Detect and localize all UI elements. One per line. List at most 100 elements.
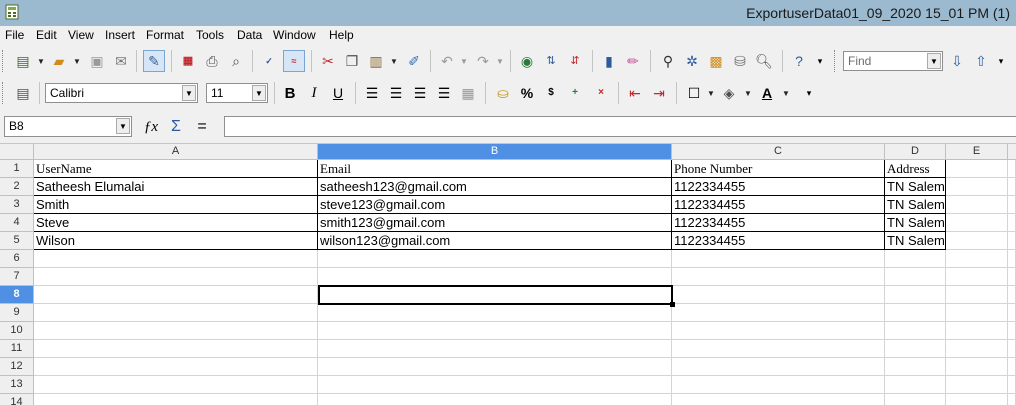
row-header-12[interactable]: 12 [0,358,34,376]
borders-icon[interactable]: ☐ [683,82,705,104]
spellcheck-icon[interactable]: ✓ [258,50,280,72]
cell-f1[interactable] [1008,160,1016,178]
find-dropdown-icon[interactable]: ▼ [927,53,941,69]
column-header-a[interactable]: A [34,144,318,160]
column-header-d[interactable]: D [885,144,946,160]
cell-f4[interactable] [1008,214,1016,232]
row-header-11[interactable]: 11 [0,340,34,358]
spreadsheet-grid[interactable]: A B C D E 1 UserName Email Phone Number Addr… [0,144,1016,405]
column-header-b[interactable]: B [318,144,672,160]
percent-format-button[interactable]: % [516,82,538,104]
cell-c3[interactable]: 1122334455 [672,196,885,214]
menu-data[interactable]: Data [237,28,262,42]
open-dropdown-arrow[interactable]: ▼ [73,57,81,66]
undo-icon[interactable]: ↶ [436,50,458,72]
underline-button[interactable]: U [327,82,349,104]
cell-c8[interactable] [672,286,885,304]
cell-a4[interactable]: Steve [34,214,318,232]
cell-f11[interactable] [1008,340,1016,358]
sort-descending-icon[interactable]: ⇵ [564,50,586,72]
print-icon[interactable]: ⎙ [201,50,223,72]
find-previous-icon[interactable]: ⇧ [970,50,992,72]
draw-functions-icon[interactable]: ✏ [622,50,644,72]
cell-d8[interactable] [885,286,946,304]
find-replace-icon[interactable]: ⚲ [657,50,679,72]
background-color-icon[interactable]: ◈ [718,82,740,104]
merge-cells-icon[interactable]: ▦ [457,82,479,104]
increase-indent-icon[interactable]: ⇥ [648,82,670,104]
decrease-indent-icon[interactable]: ⇤ [624,82,646,104]
cell-a11[interactable] [34,340,318,358]
name-box[interactable]: B8 ▼ [4,116,132,137]
cell-f7[interactable] [1008,268,1016,286]
cell-c12[interactable] [672,358,885,376]
cell-e5[interactable] [946,232,1008,250]
copy-icon[interactable]: ❐ [341,50,363,72]
cell-e2[interactable] [946,178,1008,196]
cell-b6[interactable] [318,250,672,268]
row-header-4[interactable]: 4 [0,214,34,232]
formula-input[interactable] [224,116,1016,137]
cell-e8[interactable] [946,286,1008,304]
redo-icon[interactable]: ↷ [472,50,494,72]
cell-e10[interactable] [946,322,1008,340]
column-header-e[interactable]: E [946,144,1008,160]
font-size-dropdown-icon[interactable]: ▼ [252,85,266,101]
formula-icon[interactable]: = [191,116,213,138]
cell-a5[interactable]: Wilson [34,232,318,250]
toolbar-overflow-icon[interactable]: ▾ [814,50,826,72]
align-left-icon[interactable]: ☰ [361,82,383,104]
new-dropdown-arrow[interactable]: ▼ [37,57,45,66]
cell-a12[interactable] [34,358,318,376]
cell-a1[interactable]: UserName [34,160,318,178]
active-cell-cursor[interactable] [318,285,673,305]
column-header-c[interactable]: C [672,144,885,160]
cell-b5[interactable]: wilson123@gmail.com [318,232,672,250]
help-icon[interactable]: ? [788,50,810,72]
paste-dropdown-arrow[interactable]: ▼ [390,57,398,66]
row-header-3[interactable]: 3 [0,196,34,214]
cell-d10[interactable] [885,322,946,340]
cell-e13[interactable] [946,376,1008,394]
email-icon[interactable]: ✉ [110,50,132,72]
add-decimal-icon[interactable]: + [564,82,586,104]
cell-d4[interactable]: TN Salem [885,214,946,232]
menu-window[interactable]: Window [273,28,316,42]
cell-b10[interactable] [318,322,672,340]
cell-a13[interactable] [34,376,318,394]
new-document-icon[interactable]: ▤ [12,50,34,72]
cell-c9[interactable] [672,304,885,322]
export-pdf-icon[interactable]: ▦ [177,50,199,72]
cell-e12[interactable] [946,358,1008,376]
gallery-icon[interactable]: ▩ [705,50,727,72]
background-color-dropdown-arrow[interactable]: ▼ [744,89,752,98]
cell-a9[interactable] [34,304,318,322]
cell-b4[interactable]: smith123@gmail.com [318,214,672,232]
hyperlink-icon[interactable]: ◉ [516,50,538,72]
font-color-icon[interactable]: A [756,82,778,104]
data-sources-icon[interactable]: ⛁ [729,50,751,72]
row-header-13[interactable]: 13 [0,376,34,394]
find-next-icon[interactable]: ⇩ [946,50,968,72]
cell-f8[interactable] [1008,286,1016,304]
cell-d7[interactable] [885,268,946,286]
cell-b1[interactable]: Email [318,160,672,178]
edit-mode-icon[interactable]: ✎ [143,50,165,72]
cell-c11[interactable] [672,340,885,358]
open-folder-icon[interactable]: ▰ [48,50,70,72]
menu-file[interactable]: File [5,28,24,42]
find-input[interactable]: Find ▼ [843,51,943,71]
cell-b11[interactable] [318,340,672,358]
function-wizard-icon[interactable]: ƒx [140,116,162,138]
cell-b9[interactable] [318,304,672,322]
column-header-partial[interactable] [1008,144,1016,160]
redo-dropdown-arrow[interactable]: ▼ [496,57,504,66]
cell-e4[interactable] [946,214,1008,232]
cell-f2[interactable] [1008,178,1016,196]
undo-dropdown-arrow[interactable]: ▼ [460,57,468,66]
italic-button[interactable]: I [303,82,325,104]
cell-f12[interactable] [1008,358,1016,376]
formatting-overflow-icon[interactable]: ▾ [802,82,816,104]
cell-d11[interactable] [885,340,946,358]
styles-formatting-icon[interactable]: ▤ [12,82,34,104]
